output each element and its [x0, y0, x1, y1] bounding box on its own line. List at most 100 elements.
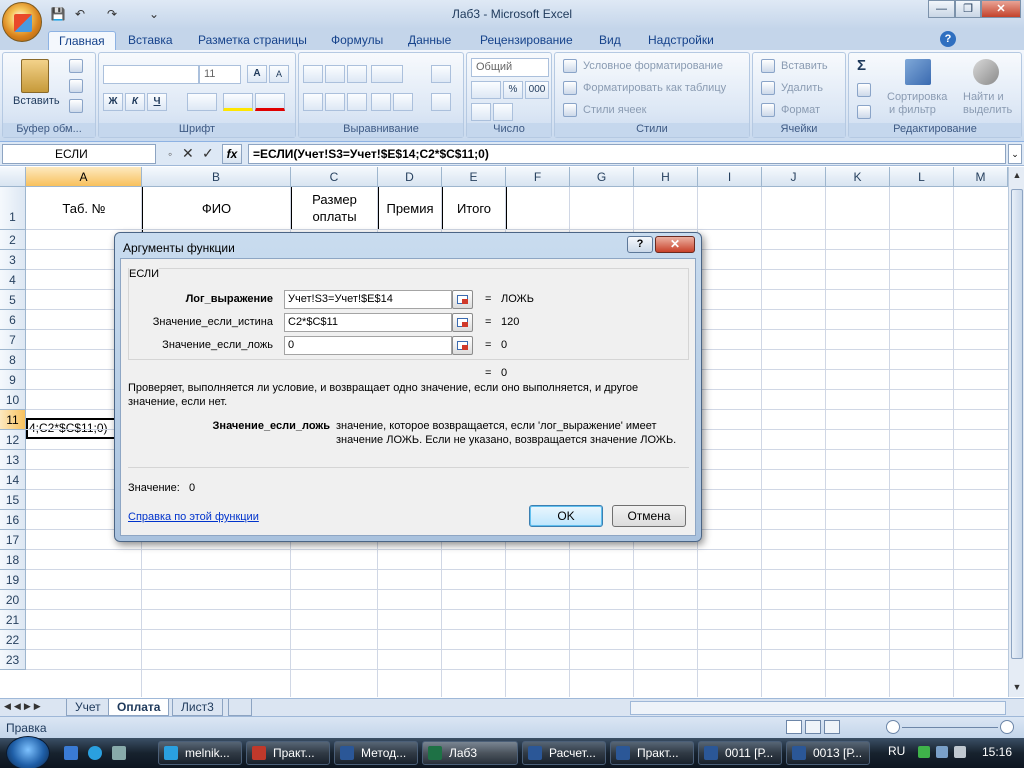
align-right-button[interactable] — [347, 93, 367, 111]
clear-icon[interactable] — [857, 105, 871, 119]
arg-input-logical-test[interactable]: Учет!S3=Учет!$E$14 — [284, 290, 452, 309]
start-button[interactable] — [6, 736, 50, 768]
sheet-tab-oplata[interactable]: Оплата — [108, 699, 170, 716]
cell-styles-button[interactable]: Стили ячеек — [583, 104, 646, 116]
row-header-7[interactable]: 7 — [0, 330, 26, 350]
row-header-15[interactable]: 15 — [0, 490, 26, 510]
row-header-2[interactable]: 2 — [0, 230, 26, 250]
fill-icon[interactable] — [857, 83, 871, 97]
tab-insert[interactable]: Вставка — [118, 31, 183, 50]
zoom-slider[interactable] — [902, 727, 998, 728]
minimize-button[interactable]: — — [928, 0, 955, 18]
font-size-select[interactable]: 11 — [199, 65, 241, 84]
sheet-tab-uchet[interactable]: Учет — [66, 699, 110, 716]
tab-review[interactable]: Рецензирование — [470, 31, 583, 50]
zoom-in-icon[interactable] — [1000, 720, 1014, 734]
font-name-select[interactable] — [103, 65, 199, 84]
align-top-button[interactable] — [303, 65, 323, 83]
paste-icon[interactable] — [21, 59, 49, 93]
format-cells-button[interactable]: Формат — [781, 104, 820, 116]
ie-icon[interactable] — [88, 746, 102, 760]
column-header-a[interactable]: A — [26, 167, 142, 187]
office-button[interactable] — [2, 2, 42, 42]
show-desktop-icon[interactable] — [64, 746, 78, 760]
borders-button[interactable] — [187, 93, 217, 111]
format-as-table-button[interactable]: Форматировать как таблицу — [583, 82, 726, 94]
volume-icon[interactable] — [954, 746, 966, 758]
scroll-up-icon[interactable]: ▲ — [1010, 167, 1024, 183]
row-header-6[interactable]: 6 — [0, 310, 26, 330]
align-middle-button[interactable] — [325, 65, 345, 83]
align-bottom-button[interactable] — [347, 65, 367, 83]
row-header-5[interactable]: 5 — [0, 290, 26, 310]
underline-button[interactable]: Ч — [147, 93, 167, 111]
insert-function-button[interactable]: fx — [222, 144, 242, 164]
quicklaunch-icon[interactable] — [112, 746, 126, 760]
sort-filter-line2[interactable]: и фильтр — [889, 104, 936, 116]
align-center-button[interactable] — [325, 93, 345, 111]
orientation-button[interactable] — [371, 65, 403, 83]
zoom-out-icon[interactable] — [886, 720, 900, 734]
tray-icon[interactable] — [918, 746, 930, 758]
cut-icon[interactable] — [69, 59, 83, 73]
taskbar-item-active[interactable]: Лаб3 — [422, 741, 518, 765]
restore-button[interactable]: ❐ — [955, 0, 981, 18]
column-header-h[interactable]: H — [634, 167, 698, 187]
enter-icon[interactable]: ✓ — [202, 145, 214, 162]
row-header-18[interactable]: 18 — [0, 550, 26, 570]
column-header-c[interactable]: C — [291, 167, 378, 187]
align-left-button[interactable] — [303, 93, 323, 111]
column-header-l[interactable]: L — [890, 167, 954, 187]
increase-decimal-button[interactable] — [471, 103, 491, 121]
italic-button[interactable]: К — [125, 93, 145, 111]
merge-center-button[interactable] — [431, 93, 451, 111]
column-header-e[interactable]: E — [442, 167, 506, 187]
name-box[interactable]: ЕСЛИ — [2, 144, 156, 164]
row-header-20[interactable]: 20 — [0, 590, 26, 610]
row-header-19[interactable]: 19 — [0, 570, 26, 590]
increase-indent-button[interactable] — [393, 93, 413, 111]
bold-button[interactable]: Ж — [103, 93, 123, 111]
arg-input-value-if-true[interactable]: C2*$C$11 — [284, 313, 452, 332]
taskbar-item[interactable]: 0013 [Р... — [786, 741, 870, 765]
cell-c1[interactable]: Размер оплаты — [291, 187, 378, 229]
format-painter-icon[interactable] — [69, 99, 83, 113]
column-header-i[interactable]: I — [698, 167, 762, 187]
fill-color-button[interactable] — [223, 93, 253, 111]
cancel-button[interactable]: Отмена — [612, 505, 686, 527]
collapse-dialog-icon[interactable] — [452, 290, 473, 309]
cancel-icon[interactable]: ✕ — [182, 145, 194, 162]
currency-button[interactable] — [471, 81, 501, 99]
arg-input-value-if-false[interactable]: 0 — [284, 336, 452, 355]
taskbar-item[interactable]: 0011 [Р... — [698, 741, 782, 765]
dialog-close-button[interactable]: ✕ — [655, 236, 695, 253]
insert-sheet-icon[interactable] — [228, 699, 252, 716]
tab-formulas[interactable]: Формулы — [321, 31, 393, 50]
cell-d1[interactable]: Премия — [378, 187, 442, 229]
row-header-8[interactable]: 8 — [0, 350, 26, 370]
clock[interactable]: 15:16 — [982, 745, 1012, 759]
sheet-nav-icons[interactable]: ◀◀▶▶ — [4, 701, 44, 712]
row-header-16[interactable]: 16 — [0, 510, 26, 530]
vertical-scroll-thumb[interactable] — [1011, 189, 1023, 659]
taskbar-item[interactable]: Практ... — [246, 741, 330, 765]
expand-formula-icon[interactable]: ⌄ — [1008, 144, 1022, 164]
row-header-11[interactable]: 11 — [0, 410, 26, 430]
find-select-line1[interactable]: Найти и — [963, 91, 1004, 103]
tab-addins[interactable]: Надстройки — [638, 31, 724, 50]
number-format-select[interactable]: Общий — [471, 58, 549, 77]
taskbar-item[interactable]: Практ... — [610, 741, 694, 765]
select-all-corner[interactable] — [0, 167, 26, 187]
page-layout-view-icon[interactable] — [805, 720, 821, 734]
tab-data[interactable]: Данные — [398, 31, 461, 50]
sort-filter-line1[interactable]: Сортировка — [887, 91, 947, 103]
row-header-4[interactable]: 4 — [0, 270, 26, 290]
row-header-1[interactable]: 1 — [0, 187, 26, 230]
row-header-21[interactable]: 21 — [0, 610, 26, 630]
row-header-17[interactable]: 17 — [0, 530, 26, 550]
column-header-g[interactable]: G — [570, 167, 634, 187]
help-icon[interactable]: ? — [940, 31, 956, 47]
decrease-indent-button[interactable] — [371, 93, 391, 111]
column-header-f[interactable]: F — [506, 167, 570, 187]
tab-home[interactable]: Главная — [48, 31, 116, 50]
